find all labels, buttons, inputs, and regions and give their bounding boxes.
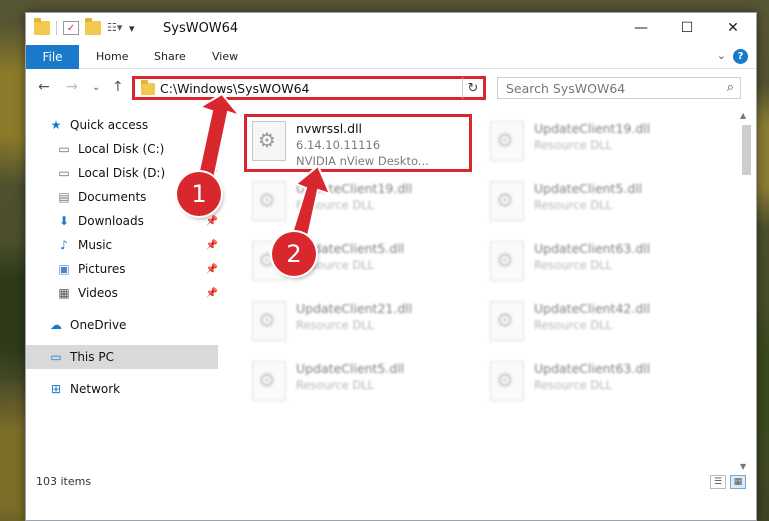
- dll-file-icon: [490, 301, 524, 341]
- ribbon: File Home Share View ⌄ ?: [26, 45, 756, 69]
- file-item[interactable]: UpdateClient63.dllResource DLL: [480, 233, 704, 289]
- dll-file-icon: [490, 121, 524, 161]
- new-folder-icon[interactable]: [85, 18, 101, 35]
- nav-item-this-pc[interactable]: ▭ This PC: [26, 345, 218, 369]
- nav-item-quick-access[interactable]: ★ Quick access: [26, 113, 218, 137]
- folder-icon: [34, 18, 50, 35]
- nav-item-pictures[interactable]: ▣ Pictures 📌: [26, 257, 218, 281]
- customize-toolbar-icon[interactable]: ☷▾: [107, 21, 123, 35]
- close-button[interactable]: ✕: [710, 13, 756, 43]
- dll-file-icon: [490, 241, 524, 281]
- search-input[interactable]: Search SysWOW64 ⌕: [497, 77, 741, 99]
- pin-icon: 📌: [205, 239, 218, 251]
- help-icon[interactable]: ?: [733, 49, 748, 64]
- nav-item-music[interactable]: ♪ Music 📌: [26, 233, 218, 257]
- file-explorer-window: ✓ ☷▾ ▾ SysWOW64 — ☐ ✕ File Home Share Vi…: [25, 12, 757, 521]
- dll-file-icon: [252, 361, 286, 401]
- forward-arrow-icon[interactable]: →: [66, 79, 78, 95]
- cloud-icon: ☁: [50, 318, 62, 332]
- file-item[interactable]: UpdateClient21.dllResource DLL: [242, 293, 466, 349]
- navigation-pane: ★ Quick access ▭ Local Disk (C:) 📌 ▭ Loc…: [26, 113, 218, 473]
- maximize-button[interactable]: ☐: [664, 13, 710, 43]
- window-title: SysWOW64: [163, 21, 239, 36]
- download-icon: ⬇: [58, 214, 70, 228]
- toolbar-dropdown-icon[interactable]: ▾: [129, 22, 135, 35]
- properties-icon[interactable]: ✓: [63, 21, 79, 35]
- nav-item-videos[interactable]: ▦ Videos 📌: [26, 281, 218, 305]
- computer-icon: ▭: [50, 350, 62, 364]
- callout-2: 2: [272, 232, 316, 276]
- document-icon: ▤: [58, 190, 70, 204]
- file-item[interactable]: UpdateClient42.dllResource DLL: [480, 293, 704, 349]
- address-row: ← → ⌄ ↑ C:\Windows\SysWOW64 ⌄ ↻ Search S…: [26, 73, 756, 103]
- file-item[interactable]: UpdateClient5.dllResource DLL: [480, 173, 704, 229]
- file-item[interactable]: UpdateClient63.dllResource DLL: [480, 353, 704, 409]
- file-item[interactable]: UpdateClient19.dllResource DLL: [480, 113, 704, 169]
- drive-icon: ▭: [58, 142, 70, 156]
- view-toggle: ☰ ▦: [710, 475, 746, 489]
- dll-file-icon: [252, 181, 286, 221]
- pin-icon: 📌: [205, 287, 218, 299]
- tab-home[interactable]: Home: [96, 50, 128, 63]
- recent-locations-icon[interactable]: ⌄: [92, 82, 100, 93]
- quick-access-toolbar: ✓ ☷▾ ▾: [34, 18, 135, 35]
- details-view-icon[interactable]: ☰: [710, 475, 726, 489]
- file-highlight-box: [244, 114, 472, 172]
- scrollbar-thumb[interactable]: [742, 125, 751, 175]
- minimize-button[interactable]: —: [618, 13, 664, 43]
- folder-icon: [141, 80, 155, 95]
- tab-share[interactable]: Share: [154, 50, 186, 63]
- pin-icon: 📌: [205, 215, 218, 227]
- tab-view[interactable]: View: [212, 50, 238, 63]
- callout-1: 1: [177, 172, 221, 216]
- dll-file-icon: [252, 301, 286, 341]
- nav-item-local-disk-c[interactable]: ▭ Local Disk (C:) 📌: [26, 137, 218, 161]
- scroll-up-icon[interactable]: ▲: [740, 111, 746, 120]
- music-icon: ♪: [60, 238, 68, 252]
- address-path: C:\Windows\SysWOW64: [160, 80, 310, 96]
- vertical-scrollbar[interactable]: ▲ ▼: [740, 111, 752, 471]
- video-icon: ▦: [58, 286, 70, 300]
- tab-file[interactable]: File: [26, 45, 79, 69]
- network-icon: ⊞: [50, 382, 62, 396]
- item-count: 103 items: [36, 475, 92, 488]
- star-icon: ★: [50, 118, 62, 132]
- refresh-icon[interactable]: ↻: [462, 76, 486, 100]
- address-bar[interactable]: C:\Windows\SysWOW64 ⌄: [132, 76, 486, 100]
- dll-file-icon: [490, 181, 524, 221]
- pin-icon: 📌: [205, 143, 218, 155]
- search-icon[interactable]: ⌕: [727, 80, 734, 95]
- up-arrow-icon[interactable]: ↑: [112, 79, 124, 95]
- title-bar: ✓ ☷▾ ▾ SysWOW64 — ☐ ✕: [26, 13, 756, 45]
- expand-ribbon-icon[interactable]: ⌄: [717, 49, 726, 62]
- back-arrow-icon[interactable]: ←: [38, 79, 50, 95]
- search-placeholder: Search SysWOW64: [506, 80, 626, 96]
- nav-item-onedrive[interactable]: ☁ OneDrive: [26, 313, 218, 337]
- drive-icon: ▭: [58, 166, 70, 180]
- scroll-down-icon[interactable]: ▼: [740, 462, 746, 471]
- dll-file-icon: [490, 361, 524, 401]
- file-item[interactable]: UpdateClient5.dllResource DLL: [242, 353, 466, 409]
- pin-icon: 📌: [205, 263, 218, 275]
- picture-icon: ▣: [58, 262, 70, 276]
- nav-item-network[interactable]: ⊞ Network: [26, 377, 218, 401]
- file-item[interactable]: UpdateClient19.dllResource DLL: [242, 173, 466, 229]
- tiles-view-icon[interactable]: ▦: [730, 475, 746, 489]
